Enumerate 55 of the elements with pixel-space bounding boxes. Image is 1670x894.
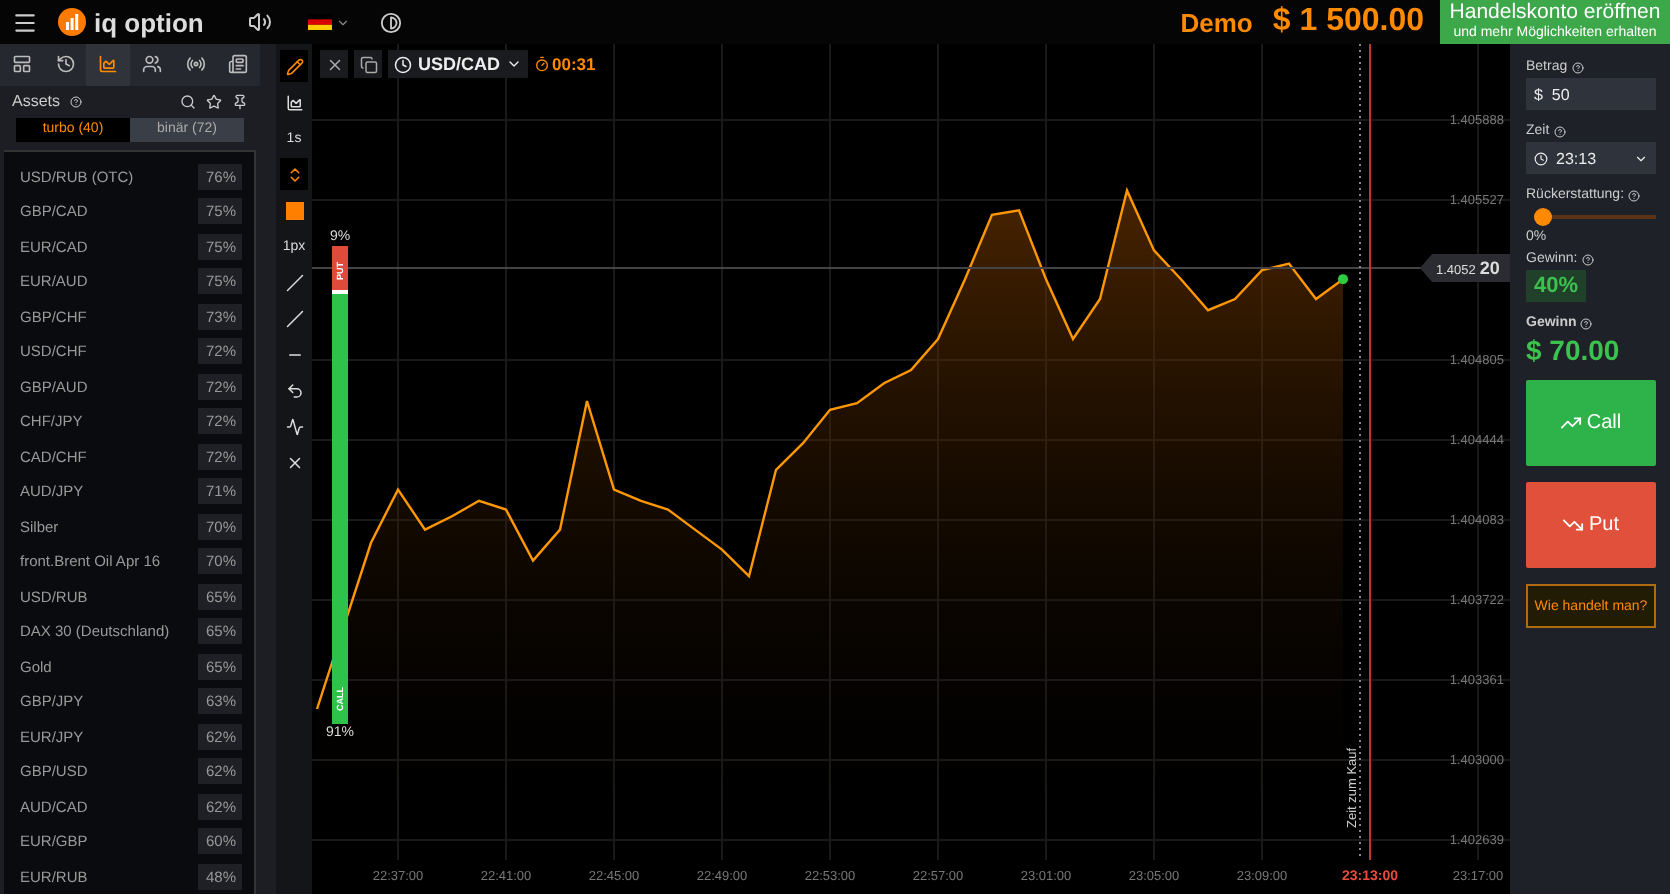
current-price-dot <box>1338 274 1348 285</box>
undo-icon <box>285 381 303 399</box>
indicator-icon <box>285 417 303 435</box>
up-down-arrows-icon <box>285 165 303 183</box>
star-icon <box>206 93 222 110</box>
amount-field[interactable]: $ 50 <box>1526 78 1656 110</box>
asset-dropdown[interactable]: USD/CAD <box>388 50 529 78</box>
caret-icon <box>335 15 350 29</box>
account-mode: Demo <box>1180 7 1253 37</box>
close-icon <box>325 55 343 73</box>
clock-icon <box>1534 151 1548 165</box>
copy-button[interactable] <box>354 50 382 78</box>
search-icon <box>180 93 196 110</box>
brand-name: iq option <box>94 7 204 37</box>
help-icon <box>70 95 83 108</box>
history-icon <box>55 54 75 75</box>
put-button[interactable]: Put <box>1526 482 1656 568</box>
flag-icon <box>307 14 332 30</box>
help-icon <box>1553 125 1566 137</box>
trend-up-icon <box>1560 412 1583 434</box>
help-icon <box>1580 317 1593 329</box>
countdown-timer: 00:31 <box>534 54 596 74</box>
time-select[interactable]: 23:13 <box>1526 142 1656 174</box>
copy-icon <box>359 55 377 73</box>
signal-icon <box>185 54 206 75</box>
refund-slider-thumb[interactable] <box>1534 208 1552 226</box>
line-icon <box>285 273 303 291</box>
profit-amount: $ 70.00 <box>1526 334 1622 366</box>
profit-rate-badge: 40% <box>1526 270 1587 302</box>
help-icon <box>1571 61 1584 73</box>
close-button[interactable] <box>320 50 348 78</box>
pin-icon <box>232 93 248 110</box>
contrast-icon <box>379 11 402 33</box>
layout-icon <box>11 54 32 75</box>
logo-icon <box>58 8 86 36</box>
news-icon <box>228 54 249 75</box>
stopwatch-icon <box>534 56 551 72</box>
balance: $ 1 500.00 <box>1272 4 1424 40</box>
speaker-icon <box>247 10 272 34</box>
chart-icon <box>98 54 119 75</box>
caret-icon <box>506 56 523 72</box>
pencil-icon <box>285 57 303 75</box>
menu-icon <box>12 9 38 35</box>
line-icon <box>285 309 303 327</box>
close-icon <box>285 453 303 471</box>
assets-title: Assets <box>12 92 61 111</box>
caret-icon <box>1634 151 1648 165</box>
help-icon <box>1581 253 1594 265</box>
sidebar-tab[interactable] <box>86 44 131 86</box>
help-icon <box>1628 189 1641 201</box>
drawing-tool[interactable] <box>280 50 308 82</box>
area-chart-icon <box>285 93 303 111</box>
trend-down-icon <box>1562 514 1585 536</box>
clock-icon <box>394 55 412 73</box>
people-icon <box>141 54 162 75</box>
